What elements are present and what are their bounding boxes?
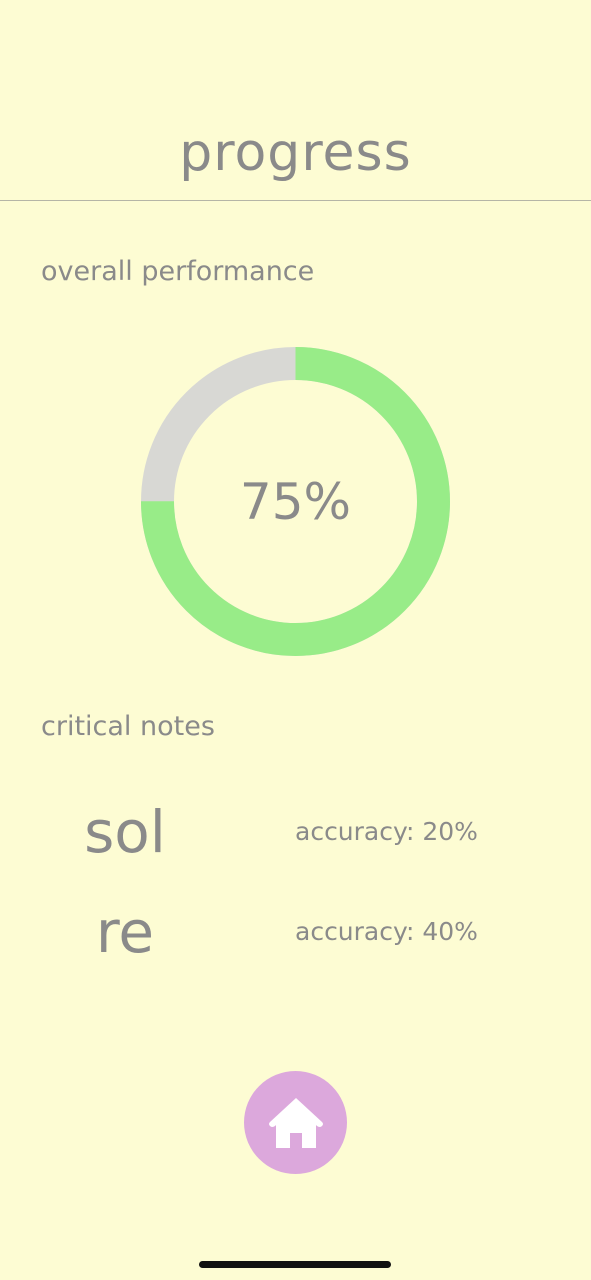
performance-ring: 75% [141, 347, 450, 656]
header-divider [0, 200, 591, 201]
performance-percent: 75% [239, 472, 352, 531]
critical-notes-label: critical notes [41, 711, 215, 742]
overall-performance-label: overall performance [41, 256, 315, 287]
page-title: progress [179, 123, 412, 183]
home-icon [268, 1097, 323, 1148]
note-accuracy: accuracy: 40% [295, 917, 478, 946]
home-indicator-bar [199, 1261, 391, 1268]
critical-note-row: re accuracy: 40% [0, 887, 591, 977]
note-name: re [95, 898, 155, 966]
home-button[interactable] [244, 1071, 347, 1174]
note-accuracy: accuracy: 20% [295, 817, 478, 846]
critical-note-row: sol accuracy: 20% [0, 787, 591, 877]
note-name: sol [84, 798, 166, 866]
